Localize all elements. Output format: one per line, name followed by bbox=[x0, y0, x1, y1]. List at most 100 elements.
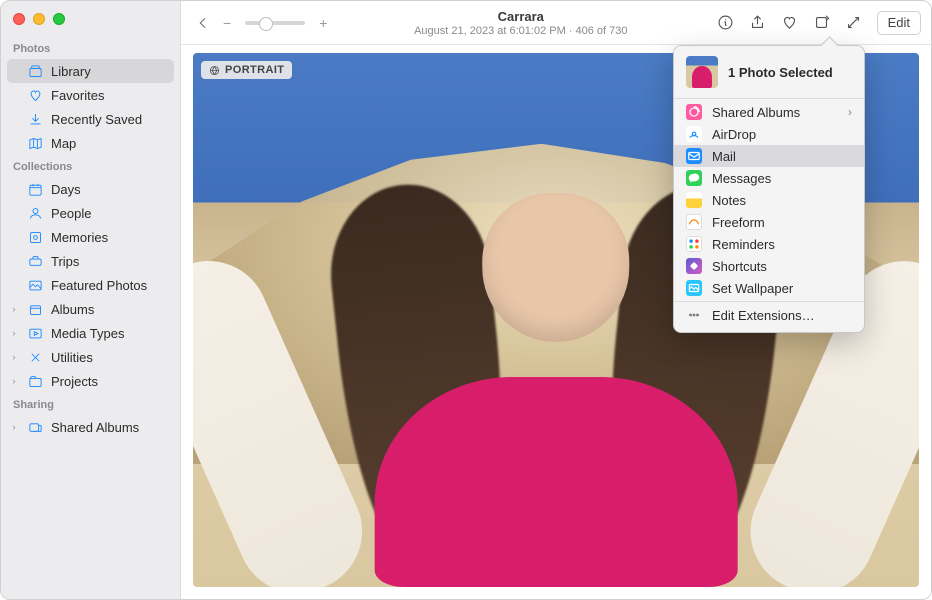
sidebar-item-label: People bbox=[51, 206, 91, 221]
share-item-mail[interactable]: Mail bbox=[674, 145, 864, 167]
disclosure-arrow-icon[interactable]: › bbox=[9, 352, 19, 362]
minimize-window-button[interactable] bbox=[33, 13, 45, 25]
share-item-notes[interactable]: Notes bbox=[674, 189, 864, 211]
sidebar-item-label: Albums bbox=[51, 302, 94, 317]
sidebar-item-map[interactable]: Map bbox=[1, 131, 180, 155]
sidebar-item-label: Memories bbox=[51, 230, 108, 245]
share-item-set-wallpaper[interactable]: Set Wallpaper bbox=[674, 277, 864, 299]
back-button[interactable] bbox=[191, 11, 215, 35]
sidebar-item-media-types[interactable]: › Media Types bbox=[1, 321, 180, 345]
disclosure-arrow-icon[interactable]: › bbox=[9, 422, 19, 432]
separator bbox=[674, 301, 864, 302]
sidebar-item-library[interactable]: Library bbox=[7, 59, 174, 83]
sidebar-item-trips[interactable]: Trips bbox=[1, 249, 180, 273]
sidebar-item-label: Media Types bbox=[51, 326, 124, 341]
share-item-edit-extensions[interactable]: Edit Extensions… bbox=[674, 304, 864, 326]
heart-icon bbox=[27, 87, 43, 103]
sidebar-item-utilities[interactable]: › Utilities bbox=[1, 345, 180, 369]
share-popover-header: 1 Photo Selected bbox=[674, 54, 864, 96]
share-item-airdrop[interactable]: AirDrop bbox=[674, 123, 864, 145]
sidebar-item-albums[interactable]: › Albums bbox=[1, 297, 180, 321]
library-icon bbox=[27, 63, 43, 79]
people-icon bbox=[27, 205, 43, 221]
wallpaper-icon bbox=[686, 280, 702, 296]
share-item-label: Mail bbox=[712, 149, 736, 164]
share-item-messages[interactable]: Messages bbox=[674, 167, 864, 189]
zoom-slider[interactable] bbox=[245, 21, 305, 25]
window-controls bbox=[1, 9, 180, 37]
share-item-shared-albums[interactable]: Shared Albums › bbox=[674, 101, 864, 123]
utilities-icon bbox=[27, 349, 43, 365]
share-item-label: Set Wallpaper bbox=[712, 281, 793, 296]
share-item-label: AirDrop bbox=[712, 127, 756, 142]
albums-icon bbox=[27, 301, 43, 317]
auto-enhance-button[interactable] bbox=[839, 9, 869, 37]
disclosure-arrow-icon[interactable]: › bbox=[9, 304, 19, 314]
mail-icon bbox=[686, 148, 702, 164]
zoom-out-label: − bbox=[223, 15, 231, 31]
info-button[interactable] bbox=[711, 9, 741, 37]
share-item-shortcuts[interactable]: Shortcuts bbox=[674, 255, 864, 277]
map-icon bbox=[27, 135, 43, 151]
airdrop-icon bbox=[686, 126, 702, 142]
chevron-right-icon: › bbox=[848, 105, 852, 119]
share-thumbnail bbox=[686, 56, 718, 88]
shared-albums-icon bbox=[686, 104, 702, 120]
sidebar-item-favorites[interactable]: Favorites bbox=[1, 83, 180, 107]
reminders-icon bbox=[686, 236, 702, 252]
share-item-freeform[interactable]: Freeform bbox=[674, 211, 864, 233]
sidebar-item-label: Featured Photos bbox=[51, 278, 147, 293]
sidebar-item-label: Projects bbox=[51, 374, 98, 389]
separator bbox=[674, 98, 864, 99]
sidebar-item-label: Trips bbox=[51, 254, 79, 269]
sidebar-item-recently-saved[interactable]: Recently Saved bbox=[1, 107, 180, 131]
notes-icon bbox=[686, 192, 702, 208]
disclosure-arrow-icon[interactable]: › bbox=[9, 376, 19, 386]
sidebar-item-label: Days bbox=[51, 182, 81, 197]
photos-window: Photos Library Favorites Recently Saved … bbox=[0, 0, 932, 600]
projects-icon bbox=[27, 373, 43, 389]
favorite-button[interactable] bbox=[775, 9, 805, 37]
sidebar-item-shared-albums[interactable]: › Shared Albums bbox=[1, 415, 180, 439]
sidebar-item-label: Shared Albums bbox=[51, 420, 139, 435]
sidebar-section-collections: Collections bbox=[1, 155, 180, 177]
media-types-icon bbox=[27, 325, 43, 341]
share-popover-title: 1 Photo Selected bbox=[728, 65, 833, 80]
extensions-icon bbox=[686, 307, 702, 323]
trips-icon bbox=[27, 253, 43, 269]
messages-icon bbox=[686, 170, 702, 186]
portrait-badge: PORTRAIT bbox=[201, 61, 292, 79]
sidebar-item-label: Map bbox=[51, 136, 76, 151]
disclosure-arrow-icon[interactable]: › bbox=[9, 328, 19, 338]
sidebar-item-featured-photos[interactable]: Featured Photos bbox=[1, 273, 180, 297]
share-button[interactable] bbox=[743, 9, 773, 37]
zoom-in-label: + bbox=[319, 15, 327, 31]
share-item-label: Shared Albums bbox=[712, 105, 800, 120]
share-item-reminders[interactable]: Reminders bbox=[674, 233, 864, 255]
main-content: − + Carrara August 21, 2023 at 6:01:02 P… bbox=[181, 1, 931, 599]
share-item-label: Reminders bbox=[712, 237, 775, 252]
sidebar-item-people[interactable]: People bbox=[1, 201, 180, 225]
sidebar-item-label: Favorites bbox=[51, 88, 104, 103]
sidebar-item-days[interactable]: Days bbox=[1, 177, 180, 201]
share-item-label: Shortcuts bbox=[712, 259, 767, 274]
edit-button[interactable]: Edit bbox=[877, 11, 921, 35]
zoom-window-button[interactable] bbox=[53, 13, 65, 25]
freeform-icon bbox=[686, 214, 702, 230]
share-item-label: Notes bbox=[712, 193, 746, 208]
close-window-button[interactable] bbox=[13, 13, 25, 25]
featured-icon bbox=[27, 277, 43, 293]
sidebar-item-memories[interactable]: Memories bbox=[1, 225, 180, 249]
photo-subtitle: August 21, 2023 at 6:01:02 PM · 406 of 7… bbox=[339, 25, 703, 37]
portrait-badge-label: PORTRAIT bbox=[225, 64, 284, 76]
rotate-button[interactable] bbox=[807, 9, 837, 37]
share-item-label: Freeform bbox=[712, 215, 765, 230]
sidebar-section-sharing: Sharing bbox=[1, 393, 180, 415]
sidebar-item-projects[interactable]: › Projects bbox=[1, 369, 180, 393]
sidebar-item-label: Utilities bbox=[51, 350, 93, 365]
memories-icon bbox=[27, 229, 43, 245]
download-icon bbox=[27, 111, 43, 127]
sidebar-section-photos: Photos bbox=[1, 37, 180, 59]
sidebar: Photos Library Favorites Recently Saved … bbox=[1, 1, 181, 599]
aperture-icon bbox=[209, 65, 220, 76]
